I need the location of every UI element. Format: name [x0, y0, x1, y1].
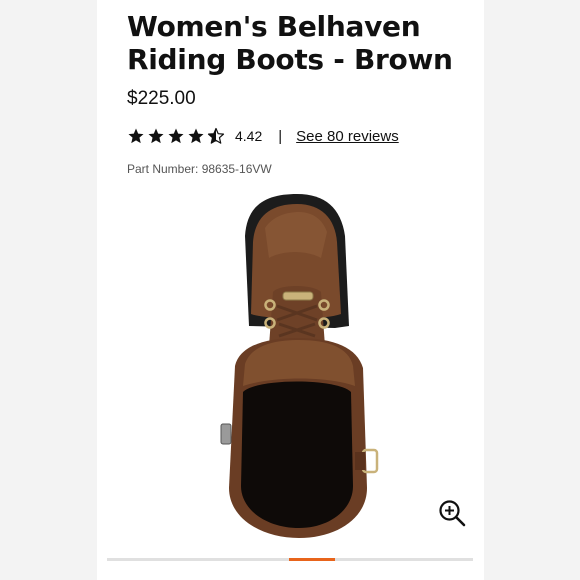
product-price: $225.00 — [127, 88, 196, 109]
see-reviews-link[interactable]: See 80 reviews — [296, 128, 399, 145]
gallery-progress-indicator[interactable] — [289, 558, 335, 561]
star-full-icon — [168, 128, 184, 144]
rating-row: 4.42 | See 80 reviews — [127, 125, 399, 147]
part-number: Part Number: 98635-16VW — [127, 162, 272, 176]
product-page: Women's Belhaven Riding Boots - Brown $2… — [97, 0, 484, 580]
star-full-icon — [128, 128, 144, 144]
gallery-progress-track[interactable] — [107, 558, 473, 561]
zoom-in-icon[interactable] — [437, 498, 467, 528]
star-rating — [127, 127, 225, 145]
star-full-icon — [188, 128, 204, 144]
rating-value: 4.42 — [235, 128, 263, 144]
rating-separator: | — [278, 127, 283, 145]
product-image[interactable] — [207, 188, 387, 543]
star-full-icon — [148, 128, 164, 144]
star-half-icon — [207, 127, 225, 144]
product-title: Women's Belhaven Riding Boots - Brown — [127, 10, 453, 76]
